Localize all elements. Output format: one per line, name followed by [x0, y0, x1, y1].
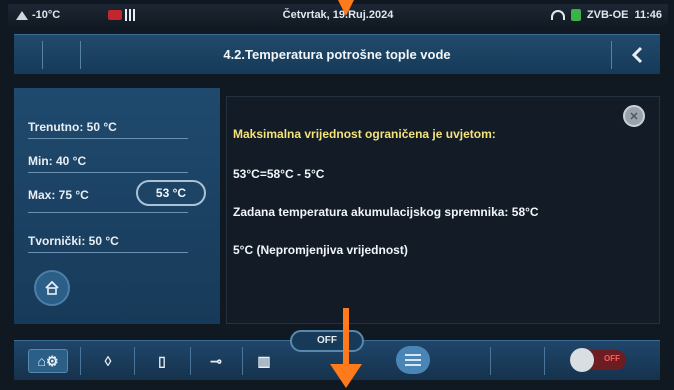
devices-icon: ⌂⚙ — [37, 352, 59, 369]
info-heading: Maksimalna vrijednost ograničena je uvje… — [233, 127, 496, 141]
clock: 11:46 — [634, 9, 662, 21]
home-button[interactable] — [34, 270, 70, 306]
back-button[interactable] — [624, 41, 650, 69]
drop-icon: ◊ — [104, 353, 112, 369]
screen: -10°C Četvrtak, 19.Ruj.2024 ZVB-OE 11:46… — [0, 0, 674, 390]
info-line-1: Zadana temperatura akumulacijskog spremn… — [233, 205, 539, 219]
tab-divider — [134, 347, 135, 375]
menu-line — [405, 359, 421, 361]
annotation-arrow-down-icon — [330, 364, 362, 388]
info-formula: 53°C=58°C - 5°C — [233, 167, 325, 181]
menu-button[interactable] — [396, 346, 430, 374]
row-divider — [28, 212, 188, 213]
menu-line — [405, 354, 421, 356]
factory-temperature: Tvornički: 50 °C — [28, 234, 119, 248]
sim-signal-icon — [570, 9, 581, 21]
status-right: ZVB-OE 11:46 — [550, 9, 662, 21]
tank-icon: ▯ — [158, 352, 166, 369]
home-icon — [45, 280, 59, 295]
max-temperature: Max: 75 °C — [28, 188, 89, 202]
device-name: ZVB-OE — [586, 9, 629, 21]
info-panel: Maksimalna vrijednost ograničena je uvje… — [226, 96, 660, 324]
tap-icon: ⊸ — [210, 352, 222, 369]
annotation-arrow-shaft — [343, 308, 349, 368]
tab-divider — [80, 347, 81, 375]
toggle-knob — [570, 348, 594, 372]
tab-divider — [490, 347, 491, 375]
water-tab[interactable]: ◊ — [96, 349, 120, 373]
wifi-icon — [550, 10, 565, 20]
tap-tab[interactable]: ⊸ — [204, 349, 228, 373]
off-mode-badge[interactable]: OFF — [290, 330, 364, 352]
temperature-parameters-panel: Trenutno: 50 °C Min: 40 °C Max: 75 °C 53… — [14, 88, 220, 324]
tank-tab[interactable]: ▯ — [150, 349, 174, 373]
page-title: 4.2.Temperatura potrošne tople vode — [223, 47, 451, 62]
tab-divider — [190, 347, 191, 375]
power-toggle[interactable]: OFF — [570, 348, 626, 372]
radiator-tab[interactable]: ▥ — [252, 349, 276, 373]
menu-line — [405, 364, 421, 366]
annotation-arrow-top-icon — [338, 0, 354, 16]
setpoint-value-button[interactable]: 53 °C — [136, 180, 206, 206]
tab-divider — [544, 347, 545, 375]
close-button[interactable]: ✕ — [623, 105, 645, 127]
title-bar: 4.2.Temperatura potrošne tople vode — [14, 34, 660, 74]
chevron-left-icon — [631, 46, 643, 64]
close-icon: ✕ — [629, 110, 639, 123]
current-temperature: Trenutno: 50 °C — [28, 120, 117, 134]
all-devices-tab[interactable]: ⌂⚙ — [28, 349, 68, 373]
radiator-icon: ▥ — [257, 352, 271, 369]
row-divider — [28, 138, 188, 139]
toggle-label: OFF — [604, 354, 620, 363]
tab-divider — [242, 347, 243, 375]
min-temperature: Min: 40 °C — [28, 154, 87, 168]
row-divider — [28, 172, 188, 173]
row-divider — [28, 252, 188, 253]
info-line-2: 5°C (Nepromjenjiva vrijednost) — [233, 243, 408, 257]
